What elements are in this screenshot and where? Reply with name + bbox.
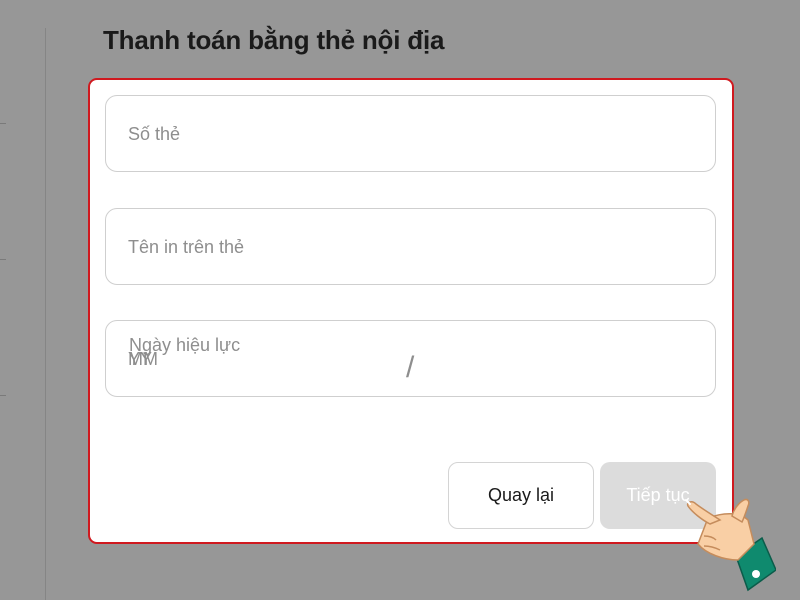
card-name-field[interactable] <box>105 208 716 286</box>
payment-form: Ngày hiệu lực / Quay lại Tiếp tục <box>88 78 734 544</box>
page-title: Thanh toán bằng thẻ nội địa <box>103 25 445 55</box>
hand-pointer-icon <box>685 498 776 592</box>
sidebar-tick <box>0 259 6 260</box>
sidebar-tick <box>0 123 6 124</box>
expiry-year-input[interactable] <box>126 321 690 398</box>
sidebar-divider <box>45 28 46 600</box>
card-name-input[interactable] <box>126 209 690 286</box>
page-backdrop: Thanh toán bằng thẻ nội địa Ngày hiệu lự… <box>0 0 800 600</box>
expiry-field[interactable]: Ngày hiệu lực / <box>105 320 716 398</box>
sidebar-tick <box>0 395 6 396</box>
card-number-input[interactable] <box>126 96 690 173</box>
back-button[interactable]: Quay lại <box>448 462 594 529</box>
card-number-field[interactable] <box>105 95 716 173</box>
